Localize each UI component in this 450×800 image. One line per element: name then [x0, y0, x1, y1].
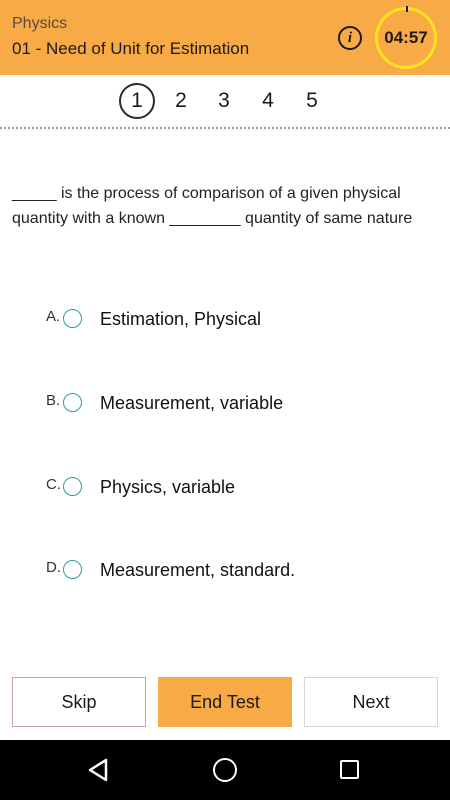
question-number-2[interactable]: 2	[163, 83, 199, 119]
radio-button[interactable]	[63, 393, 82, 412]
option-label: Measurement, standard.	[100, 560, 296, 580]
skip-button[interactable]: Skip	[12, 677, 146, 727]
radio-button[interactable]	[63, 309, 82, 328]
info-icon[interactable]: i	[338, 26, 362, 50]
timer-text: 04:57	[384, 28, 428, 47]
option-letter: B.	[46, 392, 61, 409]
option-d[interactable]: D. Measurement, standard.	[0, 553, 450, 587]
option-label: Measurement, variable	[100, 393, 284, 413]
end-test-button[interactable]: End Test	[158, 677, 292, 727]
app-header: Physics 01 - Need of Unit for Estimation…	[0, 0, 450, 75]
option-b[interactable]: B. Measurement, variable	[0, 386, 450, 420]
question-number-4[interactable]: 4	[250, 83, 286, 119]
option-c[interactable]: C. Physics, variable	[0, 470, 450, 504]
dotted-divider	[0, 127, 450, 129]
timer-tick	[406, 6, 408, 12]
question-number-5[interactable]: 5	[294, 83, 330, 119]
next-button[interactable]: Next	[304, 677, 438, 727]
option-letter: D.	[46, 559, 61, 576]
option-label: Estimation, Physical	[100, 309, 262, 329]
question-text: _____ is the process of comparison of a …	[12, 185, 413, 227]
radio-button[interactable]	[63, 560, 82, 579]
timer: 04:57	[375, 6, 437, 69]
option-letter: C.	[46, 476, 61, 493]
home-circle-icon[interactable]	[213, 758, 237, 782]
system-nav-bar	[0, 740, 450, 800]
question-number-1[interactable]: 1	[119, 83, 155, 119]
chapter-title: 01 - Need of Unit for Estimation	[12, 39, 250, 58]
question-number-3[interactable]: 3	[206, 83, 242, 119]
option-a[interactable]: A. Estimation, Physical	[0, 302, 450, 336]
recents-square-icon[interactable]	[340, 760, 359, 779]
option-label: Physics, variable	[100, 477, 236, 497]
option-letter: A.	[46, 308, 61, 325]
subject-title: Physics	[12, 15, 68, 32]
question-nav: 1 2 3 4 5	[0, 80, 450, 122]
radio-button[interactable]	[63, 477, 82, 496]
back-triangle-icon[interactable]	[86, 757, 112, 783]
